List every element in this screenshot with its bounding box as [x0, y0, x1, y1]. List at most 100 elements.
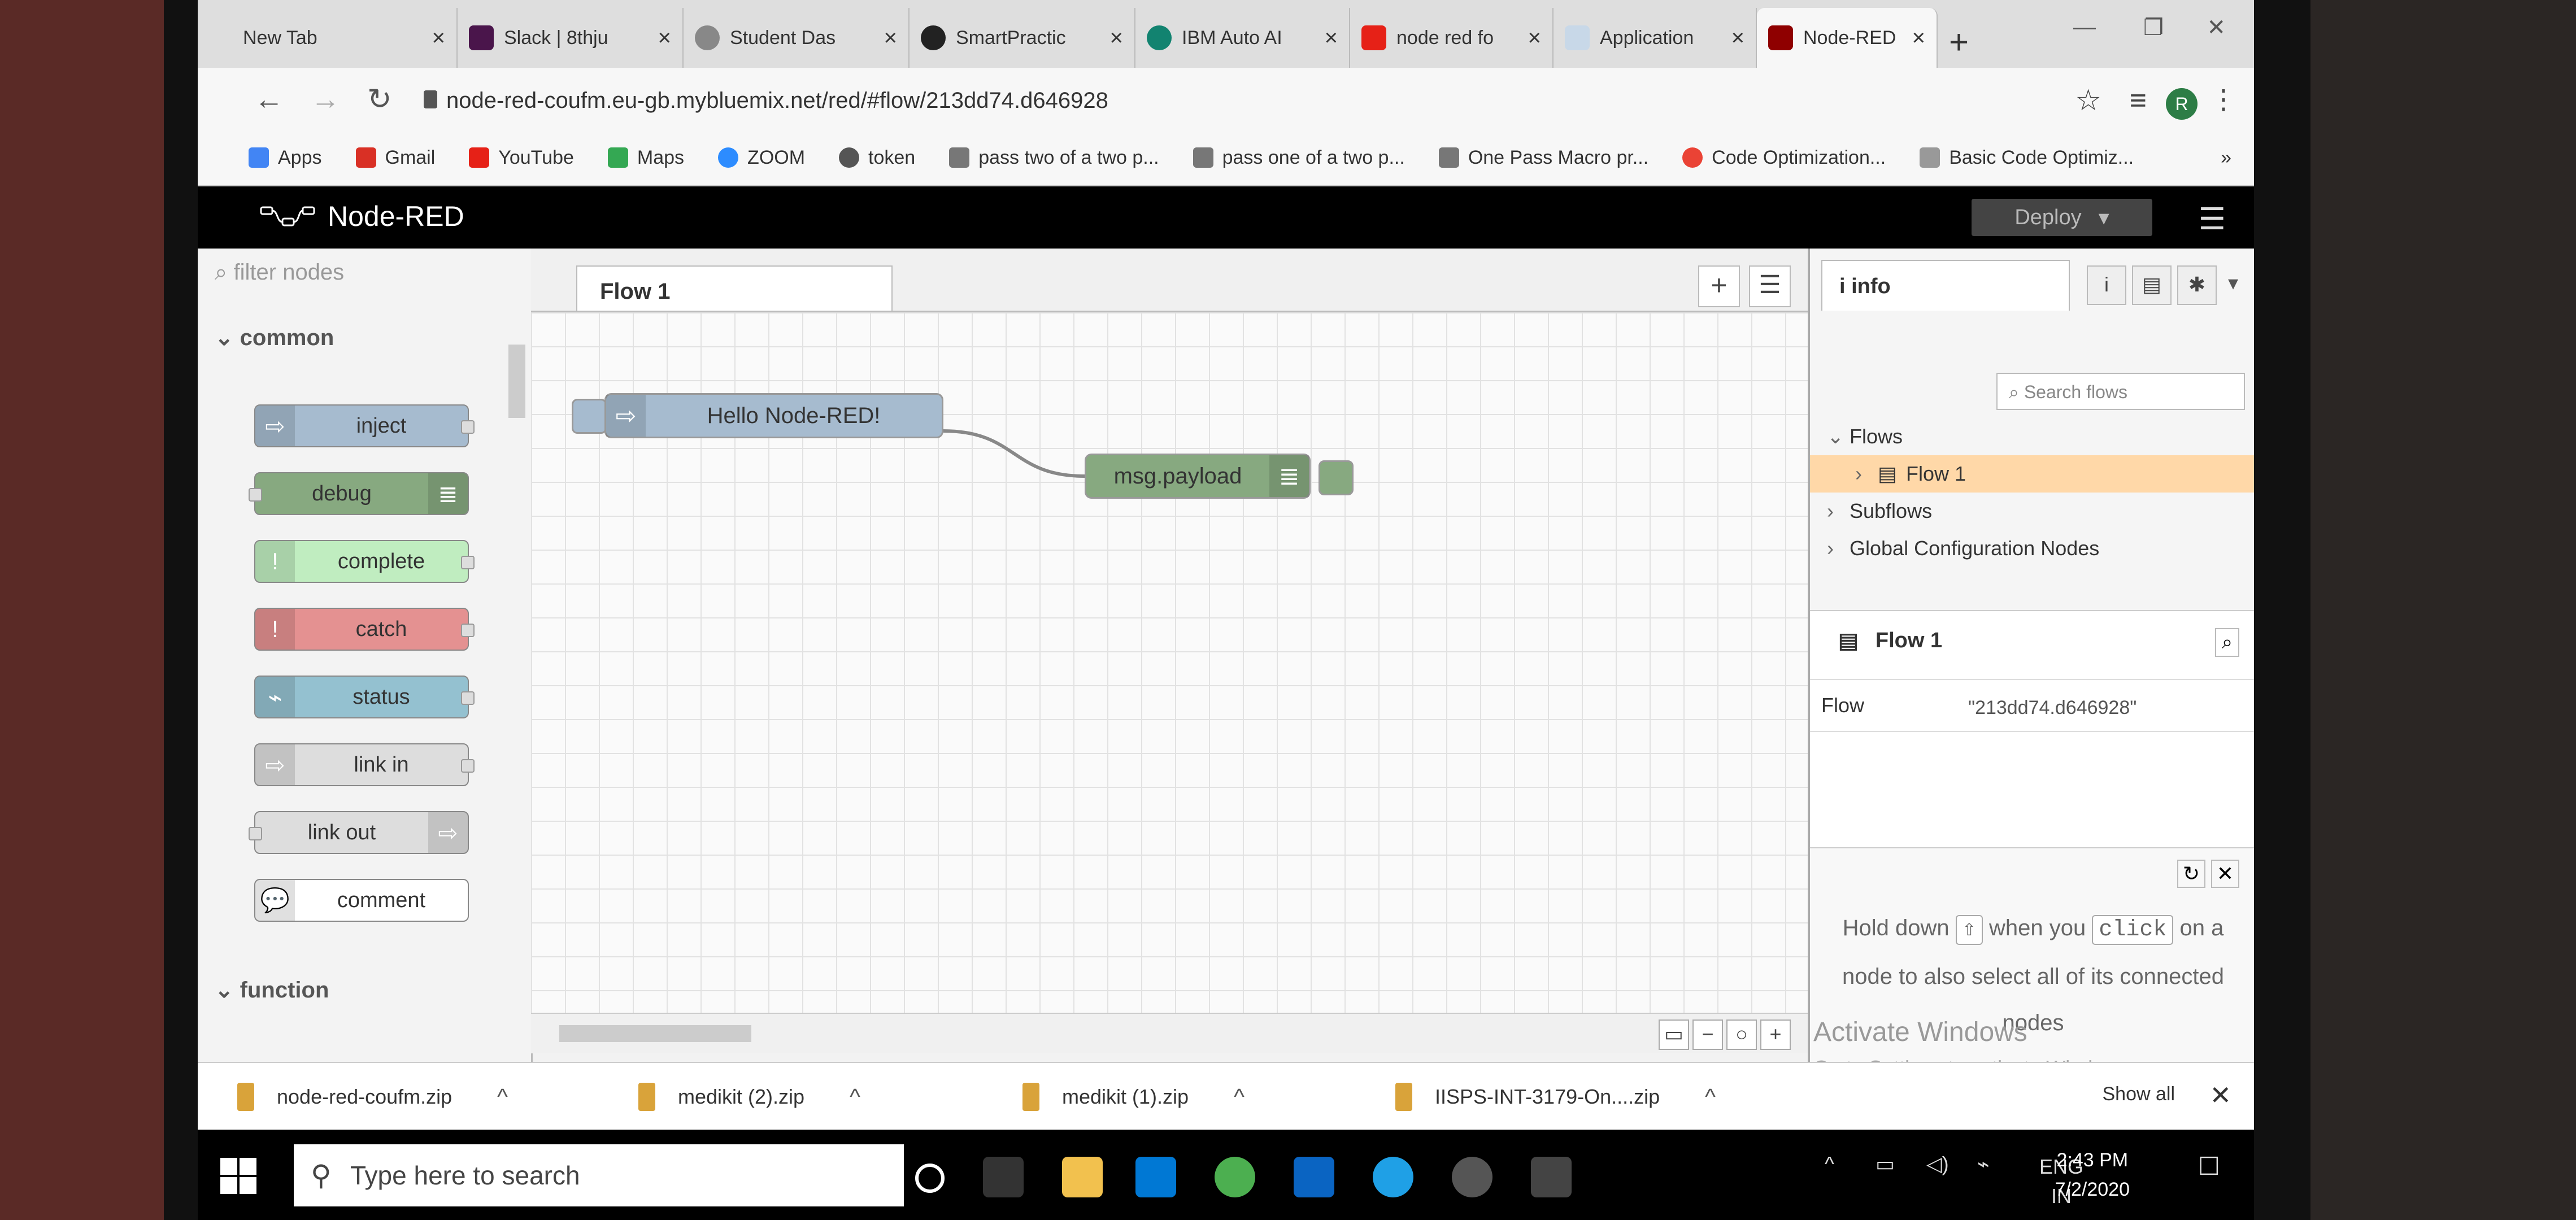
tree-item-flows[interactable]: ⌄ Flows	[1810, 418, 2254, 455]
palette-node-comment[interactable]: 💬 comment	[254, 879, 469, 922]
download-item[interactable]: node-red-coufm.zip ^	[237, 1080, 508, 1114]
deploy-button[interactable]: Deploy ▾	[1972, 199, 2152, 236]
debug-toggle-button[interactable]	[1319, 460, 1354, 495]
flow-list-button[interactable]: ☰	[1749, 265, 1791, 307]
palette-node-inject[interactable]: ⇨ inject	[254, 404, 475, 447]
chevron-down-icon[interactable]: ▾	[2099, 205, 2109, 230]
search-icon[interactable]: ⌕	[2214, 628, 2239, 657]
close-icon[interactable]: ×	[884, 25, 897, 51]
tree-item-global-config[interactable]: › Global Configuration Nodes	[1810, 530, 2254, 567]
chevron-up-icon[interactable]: ^	[850, 1084, 860, 1110]
chevron-up-icon[interactable]: ^	[497, 1084, 508, 1110]
mail-icon[interactable]	[1294, 1157, 1334, 1197]
task-view-icon[interactable]	[983, 1157, 1024, 1197]
new-tab-button[interactable]: +	[1949, 23, 1969, 62]
flow-canvas[interactable]: ⇨ Hello Node-RED! msg.payload ≣	[531, 312, 1808, 1013]
palette-category-function[interactable]: ⌄ function	[215, 977, 329, 1003]
bookmark-pass-one[interactable]: pass one of a two p...	[1193, 147, 1405, 169]
show-all-button[interactable]: Show all	[2102, 1083, 2175, 1105]
bookmark-star-icon[interactable]: ☆	[2075, 84, 2101, 117]
profile-avatar[interactable]: R	[2166, 88, 2198, 120]
main-menu-icon[interactable]: ☰	[2199, 201, 2226, 237]
palette-node-link-out[interactable]: link out ⇨	[249, 811, 469, 854]
download-item[interactable]: medikit (1).zip ^	[1022, 1080, 1245, 1114]
taskbar-clock[interactable]: 2:43 PM 7/2/2020	[2055, 1145, 2130, 1204]
chrome-profile-icon[interactable]	[1452, 1157, 1492, 1197]
close-icon[interactable]: ✕	[2209, 1080, 2231, 1110]
chevron-down-icon[interactable]: ▾	[2228, 271, 2238, 295]
store-icon[interactable]	[1135, 1157, 1176, 1197]
close-icon[interactable]: ×	[658, 25, 671, 51]
url-field[interactable]: node-red-coufm.eu-gb.mybluemix.net/red/#…	[446, 88, 1108, 114]
close-icon[interactable]: ✕	[2211, 860, 2239, 888]
refresh-icon[interactable]: ↻	[2177, 860, 2205, 888]
reading-list-icon[interactable]: ≡	[2130, 84, 2147, 117]
canvas-scrollbar[interactable]	[559, 1025, 751, 1042]
browser-tab[interactable]: New Tab ×	[232, 8, 458, 68]
add-flow-button[interactable]: +	[1698, 265, 1740, 307]
taskbar-search-input[interactable]: ⚲ Type here to search	[294, 1144, 904, 1206]
bookmark-basic-code-optimiz[interactable]: Basic Code Optimiz...	[1920, 147, 2134, 169]
reload-icon[interactable]: ↻	[367, 82, 392, 116]
inject-trigger-button[interactable]	[572, 399, 607, 434]
close-icon[interactable]: ×	[1325, 25, 1338, 51]
bookmark-maps[interactable]: Maps	[607, 147, 684, 169]
palette-node-link-in[interactable]: ⇨ link in	[254, 743, 475, 786]
file-explorer-icon[interactable]	[1062, 1157, 1103, 1197]
tree-item-flow-1[interactable]: › ▤ Flow 1	[1810, 455, 2254, 493]
browser-tab[interactable]: Application ×	[1554, 8, 1757, 68]
chrome-icon[interactable]	[1215, 1157, 1255, 1197]
browser-tab[interactable]: node red fo ×	[1350, 8, 1554, 68]
bookmark-token[interactable]: token	[839, 147, 915, 169]
windows-start-icon[interactable]	[220, 1158, 256, 1194]
tab-info[interactable]: i info	[1821, 260, 2070, 311]
chevron-up-icon[interactable]: ^	[1705, 1084, 1716, 1110]
palette-node-complete[interactable]: ! complete	[254, 540, 475, 583]
search-flows-input[interactable]: ⌕ Search flows	[1996, 373, 2245, 410]
bookmark-pass-two[interactable]: pass two of a two p...	[949, 147, 1159, 169]
notifications-icon[interactable]: ☐	[2198, 1152, 2220, 1181]
bookmark-gmail[interactable]: Gmail	[355, 147, 435, 169]
tree-item-subflows[interactable]: › Subflows	[1810, 493, 2254, 530]
zoom-reset-button[interactable]: ○	[1726, 1019, 1757, 1050]
close-icon[interactable]: ×	[1731, 25, 1744, 51]
tab-flow-1[interactable]: Flow 1	[576, 265, 893, 311]
maximize-icon[interactable]: ❐	[2143, 15, 2164, 41]
back-icon[interactable]: ←	[254, 82, 284, 116]
bookmark-youtube[interactable]: YouTube	[469, 147, 574, 169]
bookmark-code-optimization[interactable]: Code Optimization...	[1682, 147, 1886, 169]
browser-tab[interactable]: SmartPractic ×	[910, 8, 1135, 68]
bookmarks-overflow-button[interactable]: »	[2221, 147, 2231, 169]
zoom-out-button[interactable]: −	[1692, 1019, 1723, 1050]
filter-nodes-input[interactable]: ⌕ filter nodes	[215, 260, 344, 285]
browser-tab[interactable]: Student Das ×	[684, 8, 910, 68]
info-tab-button[interactable]: i	[2087, 265, 2126, 305]
download-item[interactable]: IISPS-INT-3179-On....zip ^	[1395, 1080, 1716, 1114]
flow-node-inject[interactable]: ⇨ Hello Node-RED!	[604, 393, 943, 438]
network-icon[interactable]: ⌁	[1977, 1152, 1990, 1176]
browser-menu-icon[interactable]: ⋮	[2210, 84, 2237, 115]
palette-scrollbar[interactable]	[508, 345, 525, 418]
bookmark-zoom[interactable]: ZOOM	[718, 147, 805, 169]
settings-gear-icon[interactable]	[1531, 1157, 1572, 1197]
volume-icon[interactable]: ◁)	[1926, 1152, 1949, 1176]
close-icon[interactable]: ×	[1528, 25, 1541, 51]
download-item[interactable]: medikit (2).zip ^	[638, 1080, 860, 1114]
navigator-icon[interactable]: ▭	[1659, 1019, 1689, 1050]
bookmark-apps[interactable]: Apps	[249, 147, 322, 169]
help-book-icon[interactable]: ▤	[2132, 265, 2172, 305]
bookmark-one-pass-macro[interactable]: One Pass Macro pr...	[1438, 147, 1648, 169]
cortana-icon[interactable]	[915, 1164, 945, 1193]
battery-icon[interactable]: ▭	[1876, 1152, 1895, 1176]
browser-tab-active[interactable]: Node-RED ×	[1757, 8, 1938, 68]
close-icon[interactable]: ×	[432, 25, 445, 51]
palette-node-catch[interactable]: ! catch	[254, 608, 475, 651]
close-icon[interactable]: ×	[1912, 25, 1925, 51]
flow-node-debug[interactable]: msg.payload ≣	[1085, 454, 1311, 499]
debug-bug-icon[interactable]: ✱	[2177, 265, 2217, 305]
minimize-icon[interactable]: —	[2073, 15, 2096, 40]
forward-icon[interactable]: →	[311, 82, 340, 116]
browser-tab[interactable]: IBM Auto AI ×	[1135, 8, 1350, 68]
close-icon[interactable]: ×	[1110, 25, 1123, 51]
palette-node-debug[interactable]: debug ≣	[249, 472, 469, 515]
